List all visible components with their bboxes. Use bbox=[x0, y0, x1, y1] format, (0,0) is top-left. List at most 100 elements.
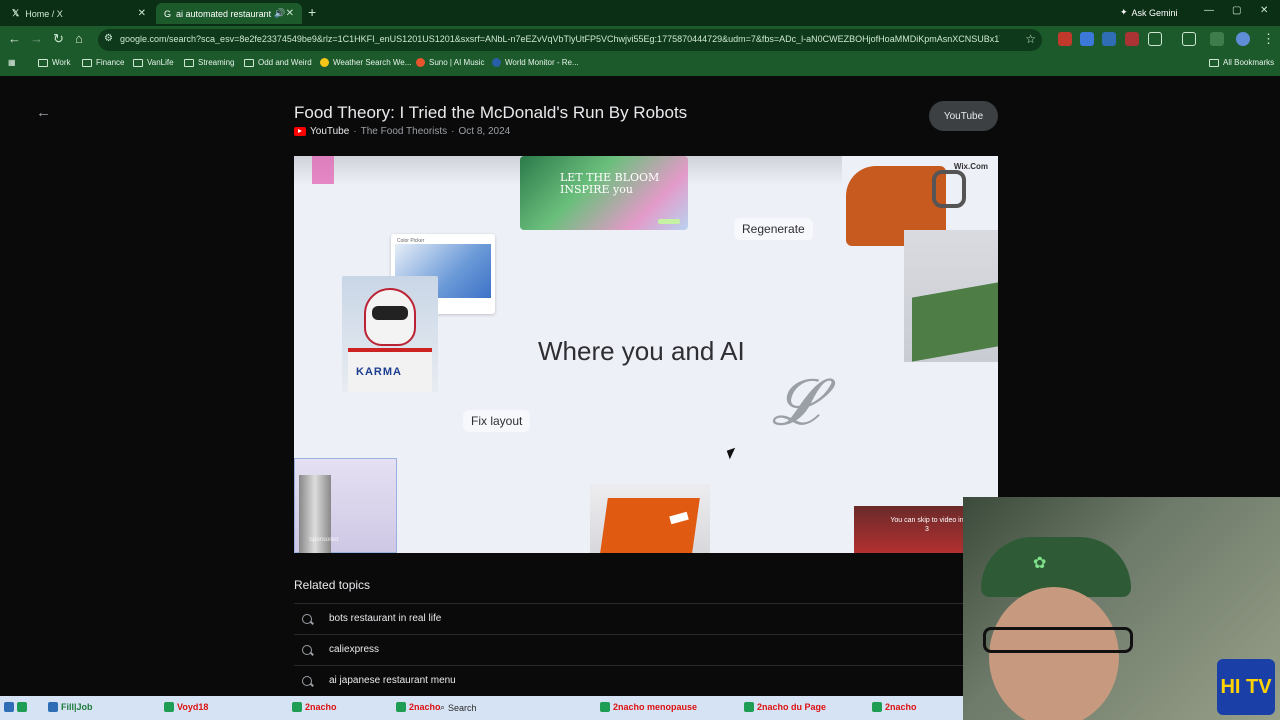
video-date: Oct 8, 2024 bbox=[458, 126, 511, 137]
extensions-puzzle-icon[interactable] bbox=[1148, 32, 1162, 46]
bookmark-odd-and-weird[interactable]: Odd and Weird bbox=[244, 58, 312, 67]
bookmark-vanlife[interactable]: VanLife bbox=[133, 58, 174, 67]
sidepanel-icon[interactable] bbox=[1182, 32, 1196, 46]
ask-gemini-button[interactable]: ✦ Ask Gemini bbox=[1120, 4, 1178, 21]
taskbar-label: 2nacho menopause bbox=[613, 702, 698, 712]
related-topic-item[interactable]: bots restaurant in real life bbox=[294, 603, 964, 633]
globe-icon bbox=[492, 58, 501, 67]
bookmark-world-monitor[interactable]: World Monitor - Re... bbox=[492, 58, 579, 67]
search-icon: ⌕ bbox=[440, 702, 446, 712]
ad-image-pink bbox=[312, 156, 334, 184]
related-topic-item[interactable]: ai japanese restaurant menu bbox=[294, 665, 964, 695]
bookmark-label: Streaming bbox=[198, 58, 235, 67]
restore-icon[interactable]: ▢ bbox=[1232, 5, 1241, 16]
ad-image-orange-chair bbox=[590, 484, 710, 553]
bookmark-work[interactable]: Work bbox=[38, 58, 71, 67]
fix-layout-chip: Fix layout bbox=[463, 410, 531, 432]
sponsored-label: Sponsored bbox=[309, 537, 339, 543]
taskbar-app[interactable]: 2nacho du Page bbox=[744, 702, 826, 712]
taskbar-app[interactable]: Voyd18 bbox=[164, 702, 208, 712]
taskbar-app[interactable]: Fill|Job bbox=[48, 702, 93, 712]
separator: · bbox=[451, 126, 455, 137]
taskbar-app[interactable]: 2nacho menopause bbox=[600, 702, 697, 712]
app-icon bbox=[164, 702, 174, 712]
extension-icon[interactable] bbox=[1102, 32, 1116, 46]
gemini-icon: ✦ bbox=[1120, 7, 1128, 17]
extension-icon[interactable] bbox=[1125, 32, 1139, 46]
tab-ai-restaurant[interactable]: G ai automated restaurant - 🔊 ✕ bbox=[156, 3, 302, 24]
folder-icon bbox=[133, 58, 143, 67]
app-icon bbox=[744, 702, 754, 712]
close-window-icon[interactable]: ✕ bbox=[1260, 5, 1268, 16]
back-arrow-icon[interactable]: ← bbox=[36, 104, 51, 121]
close-tab-icon[interactable]: ✕ bbox=[138, 8, 146, 19]
open-youtube-button[interactable]: YouTube bbox=[929, 101, 998, 131]
menu-kebab-icon[interactable]: ⋮ bbox=[1262, 31, 1275, 47]
translate-extension-icon[interactable] bbox=[1080, 32, 1094, 46]
tab-label: Home / X bbox=[25, 8, 63, 19]
bookmark-star-icon[interactable]: ☆ bbox=[1025, 32, 1036, 46]
profile-avatar[interactable] bbox=[1236, 32, 1250, 46]
site-info-icon[interactable]: ⚙ bbox=[104, 33, 113, 44]
skip-ad-button[interactable]: You can skip to video in 3 bbox=[854, 506, 964, 553]
address-bar[interactable]: ⚙ google.com/search?sca_esv=8e2fe2337454… bbox=[98, 29, 1042, 51]
taskbar-search-label: Search bbox=[448, 702, 477, 713]
close-tab-icon[interactable]: ✕ bbox=[286, 8, 294, 19]
taskbar-app[interactable]: 2nacho bbox=[396, 702, 441, 712]
related-topic-label: ai japanese restaurant menu bbox=[329, 675, 456, 686]
apps-grid-icon[interactable]: ▦ bbox=[8, 58, 16, 67]
all-bookmarks[interactable]: All Bookmarks bbox=[1209, 58, 1274, 67]
mouse-cursor-icon bbox=[726, 447, 739, 460]
tab-strip: 𝕏 Home / X ✕ G ai automated restaurant -… bbox=[0, 0, 1280, 26]
visor bbox=[372, 306, 408, 320]
taskbar: Fill|Job Voyd18 2nacho 2nacho ⌕ Search 2n… bbox=[0, 696, 963, 720]
bookmark-label: Odd and Weird bbox=[258, 58, 312, 67]
ad-card-bloom: LET THE BLOOM INSPIRE you bbox=[520, 156, 688, 230]
related-topic-label: bots restaurant in real life bbox=[329, 613, 442, 624]
taskbar-label: Fill|Job bbox=[61, 702, 93, 712]
green-box-shape bbox=[912, 282, 998, 362]
search-icon bbox=[302, 613, 312, 624]
url-text: google.com/search?sca_esv=8e2fe23374549b… bbox=[120, 34, 1000, 44]
bloom-text: LET THE BLOOM INSPIRE you bbox=[560, 171, 660, 196]
taskbar-app[interactable]: 2nacho bbox=[872, 702, 917, 712]
taskbar-app[interactable] bbox=[4, 702, 27, 712]
app-icon bbox=[396, 702, 406, 712]
bookmark-suno[interactable]: Suno | AI Music bbox=[416, 58, 484, 67]
folder-icon bbox=[1209, 58, 1219, 67]
taskbar-search[interactable]: ⌕ Search bbox=[440, 702, 477, 713]
ad-image-racer: KARMA bbox=[342, 276, 438, 392]
related-topic-item[interactable]: caliexpress bbox=[294, 634, 964, 664]
ad-brand[interactable]: Wix.Com bbox=[954, 162, 988, 171]
video-title[interactable]: Food Theory: I Tried the McDonald's Run … bbox=[294, 103, 687, 123]
bookmark-weather[interactable]: Weather Search We... bbox=[320, 58, 411, 67]
taskbar-app[interactable]: 2nacho bbox=[292, 702, 337, 712]
face bbox=[989, 587, 1119, 720]
video-meta: YouTube · The Food Theorists · Oct 8, 20… bbox=[294, 126, 510, 137]
new-tab-button[interactable]: + bbox=[308, 4, 316, 20]
app-icon bbox=[600, 702, 610, 712]
related-topic-label: caliexpress bbox=[329, 644, 380, 655]
video-player[interactable]: LET THE BLOOM INSPIRE you Wix.Com Regene… bbox=[294, 156, 998, 553]
speaker-icon[interactable]: 🔊 bbox=[274, 8, 285, 19]
tab-home-x[interactable]: 𝕏 Home / X ✕ bbox=[4, 3, 154, 24]
ad-image-bottle: Sponsored bbox=[294, 458, 397, 553]
forward-icon[interactable]: → bbox=[30, 31, 43, 46]
minimize-icon[interactable]: — bbox=[1204, 5, 1214, 16]
bookmark-label: Finance bbox=[96, 58, 125, 67]
home-icon[interactable]: ⌂ bbox=[75, 31, 83, 46]
back-icon[interactable]: ← bbox=[8, 31, 21, 46]
app-icon bbox=[872, 702, 882, 712]
bookmark-label: World Monitor - Re... bbox=[505, 58, 579, 67]
bookmark-finance[interactable]: Finance bbox=[82, 58, 124, 67]
taskbar-label: 2nacho bbox=[885, 702, 917, 712]
app-icon bbox=[48, 702, 58, 712]
bookmark-label: VanLife bbox=[147, 58, 174, 67]
folder-icon bbox=[82, 58, 92, 67]
bookmark-streaming[interactable]: Streaming bbox=[184, 58, 234, 67]
app-icon bbox=[17, 702, 27, 712]
extension-icon[interactable] bbox=[1058, 32, 1072, 46]
reload-icon[interactable]: ↻ bbox=[53, 31, 64, 47]
download-icon[interactable] bbox=[1210, 32, 1224, 46]
suno-icon bbox=[416, 58, 425, 67]
